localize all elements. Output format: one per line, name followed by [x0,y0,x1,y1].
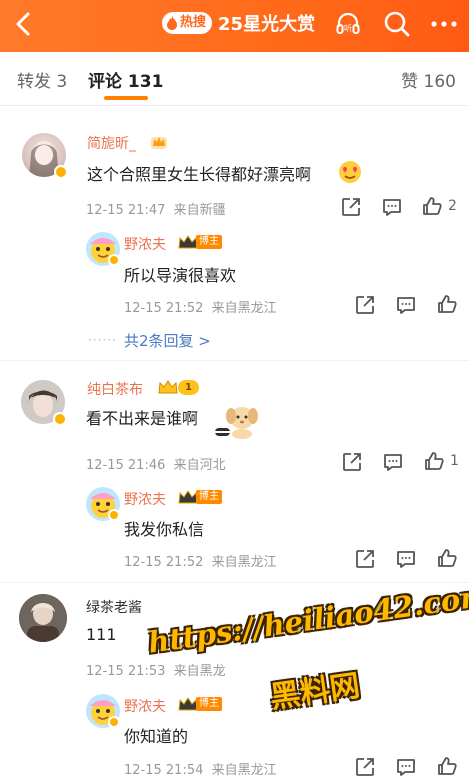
comment-time: 12-15 21:53 来自黑龙 [86,664,226,679]
tab-reposts[interactable]: 转发 3 [17,67,67,92]
svg-text:听: 听 [344,24,352,33]
share-icon[interactable] [354,548,376,570]
watermark-url: https://heiliao42.com [146,577,469,660]
comment-text: 这个合照里女生长得都好漂亮啊 [87,165,312,184]
tab-bar: 转发 3 评论 131 赞 160 [0,52,469,106]
reply-text: 我发你私信 [124,520,205,539]
fan-level-badge: 1 [178,380,199,395]
more-options-icon[interactable] [428,12,460,36]
view-more-replies-link[interactable]: 共2条回复 > [124,330,211,351]
share-icon[interactable] [340,196,362,218]
reply-time: 12-15 21:54 来自黑龙江 [124,763,277,778]
comment-time: 12-15 21:47 来自新疆 [86,203,226,218]
active-tab-indicator [104,96,148,100]
like-count: 2 [448,198,457,214]
heart-eyes-emoji-icon [339,161,361,183]
like-icon[interactable] [423,450,445,472]
verified-badge [54,165,68,179]
listen-icon[interactable]: 听 [334,10,362,38]
reply-text: 所以导演很喜欢 [124,266,237,285]
avatar[interactable] [19,594,67,642]
share-icon[interactable] [341,451,363,473]
top-bar: 热搜 25星光大赏 听 [0,0,469,52]
verified-badge [108,509,120,521]
author-tag: 博主 [196,490,222,504]
crown-icon [158,380,178,394]
like-icon[interactable] [436,755,458,777]
puppy-sticker-icon [215,407,258,439]
reply-username[interactable]: 野浓夫 [124,234,166,254]
reply-username[interactable]: 野浓夫 [124,489,166,509]
reply-icon[interactable] [381,196,403,218]
share-icon[interactable] [354,294,376,316]
author-tag: 博主 [196,235,222,249]
reply-username[interactable]: 野浓夫 [124,696,166,716]
author-tag: 博主 [196,697,222,711]
flame-icon [167,16,177,30]
comment-text: 111 [86,625,117,644]
verified-badge [108,254,120,266]
reply-text: 你知道的 [124,727,189,746]
comment-time: 12-15 21:46 来自河北 [86,458,226,473]
hot-search-badge: 热搜 [162,12,213,34]
comment-text: 看不出来是谁啊 [86,409,199,428]
divider [0,582,469,583]
watermark-logo-text: 黑料网 [268,668,363,716]
hot-topic-title[interactable]: 热搜 25星光大赏 [162,8,315,38]
tab-likes[interactable]: 赞 160 [401,67,456,92]
reply-icon[interactable] [382,451,404,473]
verified-badge [53,412,67,426]
thread-dots: ······ [88,333,117,347]
reply-icon[interactable] [395,548,417,570]
reply-icon[interactable] [395,756,417,778]
back-arrow-icon[interactable] [10,10,38,38]
avatar-image [19,594,67,642]
verified-badge [108,716,120,728]
like-icon[interactable] [436,547,458,569]
reply-time: 12-15 21:52 来自黑龙江 [124,301,277,316]
comment-username[interactable]: 简旎昕_ [87,133,136,153]
share-icon[interactable] [354,756,376,778]
comment-username[interactable]: 纯白茶布 [87,379,143,399]
reply-icon[interactable] [395,294,417,316]
like-icon[interactable] [436,293,458,315]
topic-title: 25星光大赏 [218,14,316,35]
reply-time: 12-15 21:52 来自黑龙江 [124,555,277,570]
like-icon[interactable] [421,195,443,217]
like-count: 1 [450,453,459,469]
tab-comments[interactable]: 评论 131 [88,67,163,92]
crown-badge-icon [151,137,167,149]
comment-username[interactable]: 绿茶老酱 [86,597,142,617]
divider [0,360,469,361]
search-icon[interactable] [382,9,412,39]
